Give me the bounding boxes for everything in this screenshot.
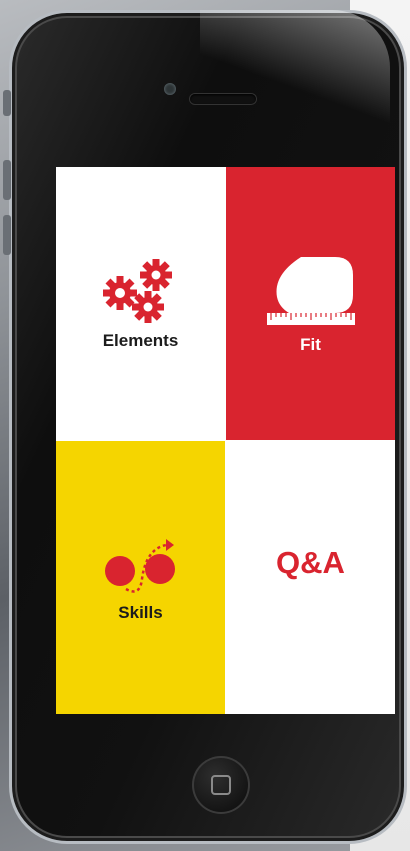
tile-fit[interactable]: Fit <box>226 167 395 440</box>
tile-skills[interactable]: Skills <box>56 441 225 714</box>
home-square-icon <box>211 775 231 795</box>
mute-switch[interactable] <box>3 90 11 116</box>
home-button[interactable] <box>192 756 250 814</box>
app-screen: Elements Fit Skills Q&A <box>56 167 395 714</box>
skills-motion-icon <box>104 538 175 593</box>
volume-down-button[interactable] <box>3 215 11 255</box>
speaker-grille <box>190 94 256 104</box>
tile-elements[interactable]: Elements <box>56 167 225 440</box>
volume-up-button[interactable] <box>3 160 11 200</box>
tile-fit-label: Fit <box>300 334 321 354</box>
tile-qa-label: Q&A <box>276 544 345 580</box>
tile-skills-label: Skills <box>118 602 163 622</box>
iphone-device: Elements Fit Skills Q&A <box>9 10 407 844</box>
front-camera-icon <box>164 83 176 95</box>
tile-elements-label: Elements <box>102 330 179 350</box>
measuring-tape-icon <box>266 256 355 325</box>
tile-qa[interactable]: Q&A <box>226 441 395 714</box>
gears-icon <box>102 258 172 323</box>
